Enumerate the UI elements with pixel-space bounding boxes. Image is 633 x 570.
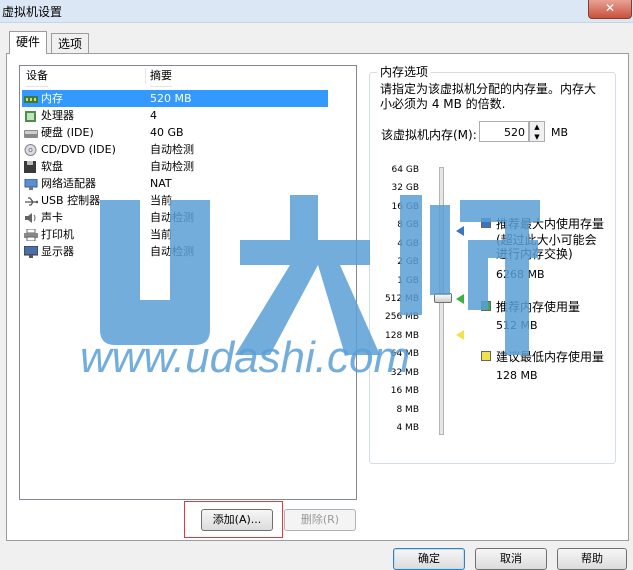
device-name: 网络适配器 (41, 177, 96, 190)
device-name: USB 控制器 (41, 194, 101, 207)
device-name: 内存 (41, 92, 63, 105)
cd-dvd-icon (24, 144, 37, 156)
printer-icon (24, 228, 38, 242)
device-list[interactable]: 设备 摘要 内存 520 MB 处理器 4 硬盘 (IDE) 40 GB CD/… (19, 65, 357, 500)
slider-tick-label: 8 MB (396, 405, 419, 415)
memory-description: 请指定为该虚拟机分配的内存量。内存大小必须为 4 MB 的倍数. (380, 82, 597, 111)
device-summary: 自动检测 (150, 245, 194, 258)
slider-tick-label: 32 GB (391, 183, 419, 193)
legend-recommended-title: 推荐内存使用量 (496, 300, 581, 314)
device-summary: NAT (150, 177, 172, 190)
device-summary: 当前 (150, 194, 172, 207)
device-summary: 自动检测 (150, 160, 194, 173)
legend-max-note: (超过此大小可能会进行内存交换) (496, 233, 597, 261)
device-summary: 520 MB (150, 92, 192, 105)
legend-minimum-value: 128 MB (496, 369, 538, 382)
legend-blue-icon (481, 218, 491, 228)
slider-tick-label: 512 MB (385, 294, 419, 304)
device-row-floppy[interactable]: 软盘 自动检测 (22, 158, 328, 175)
memory-options-title: 内存选项 (377, 63, 432, 80)
device-row-hard-disk[interactable]: 硬盘 (IDE) 40 GB (22, 124, 328, 141)
memory-spinner-buttons[interactable]: ▲ ▼ (529, 121, 545, 142)
slider-tick-label: 128 MB (385, 331, 419, 341)
legend-yellow-icon (481, 351, 491, 361)
device-row-sound-card[interactable]: 声卡 自动检测 (22, 209, 328, 226)
device-summary: 40 GB (150, 126, 184, 139)
usb-icon (24, 195, 39, 206)
device-name: 打印机 (41, 228, 74, 241)
device-summary: 自动检测 (150, 143, 194, 156)
slider-tick-label: 256 MB (385, 312, 419, 322)
device-row-display[interactable]: 显示器 自动检测 (22, 243, 328, 260)
column-separator (145, 68, 146, 84)
column-header-device[interactable]: 设备 (26, 66, 48, 87)
window-title: 虚拟机设置 (2, 5, 63, 19)
device-row-usb-controller[interactable]: USB 控制器 当前 (22, 192, 328, 209)
device-row-cd-dvd[interactable]: CD/DVD (IDE) 自动检测 (22, 141, 328, 158)
floppy-icon (24, 161, 37, 173)
device-name: 声卡 (41, 211, 63, 224)
memory-icon (24, 93, 38, 104)
memory-size-label: 该虚拟机内存(M): (381, 128, 477, 142)
spin-up-icon[interactable]: ▲ (530, 122, 544, 132)
device-name: CD/DVD (IDE) (41, 143, 116, 156)
device-name: 显示器 (41, 245, 74, 258)
title-bar (0, 0, 633, 23)
hard-disk-icon (24, 127, 38, 138)
device-summary: 当前 (150, 228, 172, 241)
device-row-processor[interactable]: 处理器 4 (22, 107, 328, 124)
slider-tick-label: 16 GB (391, 202, 419, 212)
spin-down-icon[interactable]: ▼ (530, 132, 544, 142)
slider-tick-label: 16 MB (390, 386, 419, 396)
slider-tick-label: 8 GB (397, 220, 419, 230)
device-summary: 自动检测 (150, 211, 194, 224)
device-name: 处理器 (41, 109, 74, 122)
slider-tick-label: 4 GB (397, 239, 419, 249)
device-row-printer[interactable]: 打印机 当前 (22, 226, 328, 243)
legend-minimum-title: 建议最低内存使用量 (496, 350, 605, 364)
close-button[interactable]: ✕ (588, 0, 632, 19)
slider-tick-label: 4 MB (396, 423, 419, 433)
memory-slider-thumb[interactable] (434, 293, 452, 303)
device-name: 软盘 (41, 160, 63, 173)
slider-tick-label: 32 MB (390, 368, 419, 378)
memory-unit: MB (551, 126, 569, 139)
slider-tick-label: 2 GB (397, 257, 419, 267)
add-button[interactable]: 添加(A)... (201, 509, 273, 531)
remove-button[interactable]: 删除(R) (284, 509, 356, 531)
sound-card-icon (24, 212, 37, 223)
memory-size-input[interactable]: 520 (479, 121, 529, 142)
minimum-marker-icon (456, 330, 464, 340)
device-row-memory[interactable]: 内存 520 MB (22, 90, 328, 107)
recommended-marker-icon (456, 294, 464, 304)
tab-hardware[interactable]: 硬件 (9, 31, 48, 54)
network-adapter-icon (24, 178, 38, 190)
max-recommended-marker-icon (456, 226, 464, 236)
slider-tick-label: 64 GB (391, 165, 419, 175)
display-icon (23, 245, 39, 258)
device-name: 硬盘 (IDE) (41, 126, 94, 139)
legend-green-icon (481, 301, 491, 311)
tab-options[interactable]: 选项 (51, 33, 90, 54)
device-summary: 4 (150, 109, 157, 122)
slider-tick-label: 64 MB (390, 349, 419, 359)
slider-tick-label: 1 GB (397, 276, 419, 286)
processor-icon (24, 110, 37, 122)
device-row-network-adapter[interactable]: 网络适配器 NAT (22, 175, 328, 192)
legend-max-title: 推荐最大内使用存量 (496, 217, 605, 231)
column-header-summary[interactable]: 摘要 (150, 66, 172, 87)
legend-max-value: 6268 MB (496, 268, 545, 281)
legend-recommended-value: 512 MB (496, 319, 538, 332)
